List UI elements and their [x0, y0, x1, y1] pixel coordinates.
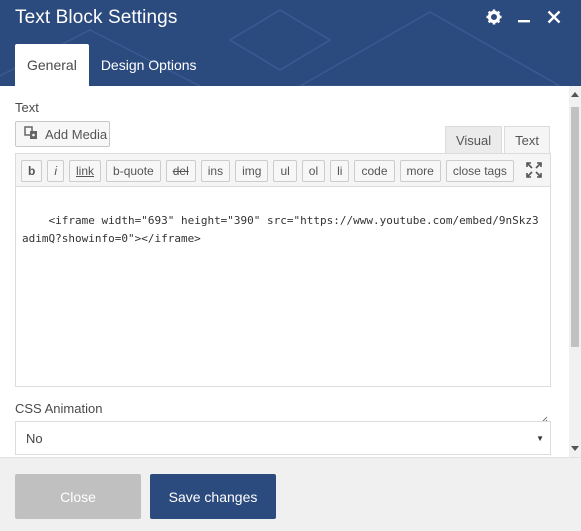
- add-media-label: Add Media: [45, 126, 108, 142]
- code-button[interactable]: code: [354, 159, 395, 182]
- more-button[interactable]: more: [399, 159, 441, 182]
- img-button[interactable]: img: [235, 159, 269, 182]
- add-media-button[interactable]: Add Media: [15, 121, 110, 147]
- css-animation-value: No: [26, 430, 43, 446]
- dialog-tabs: General Design Options: [15, 44, 209, 86]
- scroll-up-icon[interactable]: [571, 92, 579, 97]
- dialog-title: Text Block Settings: [15, 7, 178, 28]
- close-icon[interactable]: [545, 8, 563, 26]
- content-scrollbar[interactable]: [569, 86, 581, 457]
- dialog-content: Text Add Media Visual Text b i link b-qu…: [0, 86, 569, 457]
- ul-button[interactable]: ul: [273, 159, 297, 182]
- css-animation-select[interactable]: No ▼: [15, 421, 551, 455]
- chevron-down-icon: ▼: [536, 434, 544, 443]
- italic-button[interactable]: i: [47, 159, 65, 182]
- ol-button[interactable]: ol: [301, 159, 326, 182]
- dialog-header: Text Block Settings General Design Optio…: [0, 0, 581, 86]
- quicktags-toolbar: b i link b-quote del ins img ul ol li co…: [15, 153, 551, 187]
- save-changes-button[interactable]: Save changes: [150, 474, 276, 519]
- link-button[interactable]: link: [69, 159, 102, 182]
- tab-text[interactable]: Text: [504, 126, 550, 153]
- resize-grip-icon[interactable]: [540, 376, 548, 424]
- css-animation-label: CSS Animation: [15, 401, 103, 416]
- tab-design-options[interactable]: Design Options: [89, 44, 209, 86]
- media-icon: [24, 125, 39, 143]
- tab-general[interactable]: General: [15, 44, 89, 86]
- blockquote-button[interactable]: b-quote: [106, 159, 161, 182]
- close-tags-button[interactable]: close tags: [445, 159, 514, 182]
- tab-visual[interactable]: Visual: [444, 126, 503, 153]
- text-field-label: Text: [15, 100, 39, 115]
- scroll-down-icon[interactable]: [571, 446, 579, 451]
- text-editor-textarea[interactable]: <iframe width="693" height="390" src="ht…: [15, 186, 551, 424]
- bold-button[interactable]: b: [21, 159, 43, 182]
- minimize-icon[interactable]: [515, 8, 533, 26]
- ins-button[interactable]: ins: [200, 159, 231, 182]
- close-button[interactable]: Close: [15, 474, 141, 519]
- editor-mode-tabs: Visual Text: [444, 126, 550, 153]
- scroll-thumb[interactable]: [571, 107, 579, 347]
- editor-content: <iframe width="693" height="390" src="ht…: [22, 214, 539, 245]
- del-button[interactable]: del: [165, 159, 196, 182]
- li-button[interactable]: li: [330, 159, 350, 182]
- dialog-footer: Close Save changes: [0, 457, 581, 531]
- fullscreen-icon[interactable]: [526, 162, 542, 178]
- header-controls: [485, 8, 563, 26]
- gear-icon[interactable]: [485, 8, 503, 26]
